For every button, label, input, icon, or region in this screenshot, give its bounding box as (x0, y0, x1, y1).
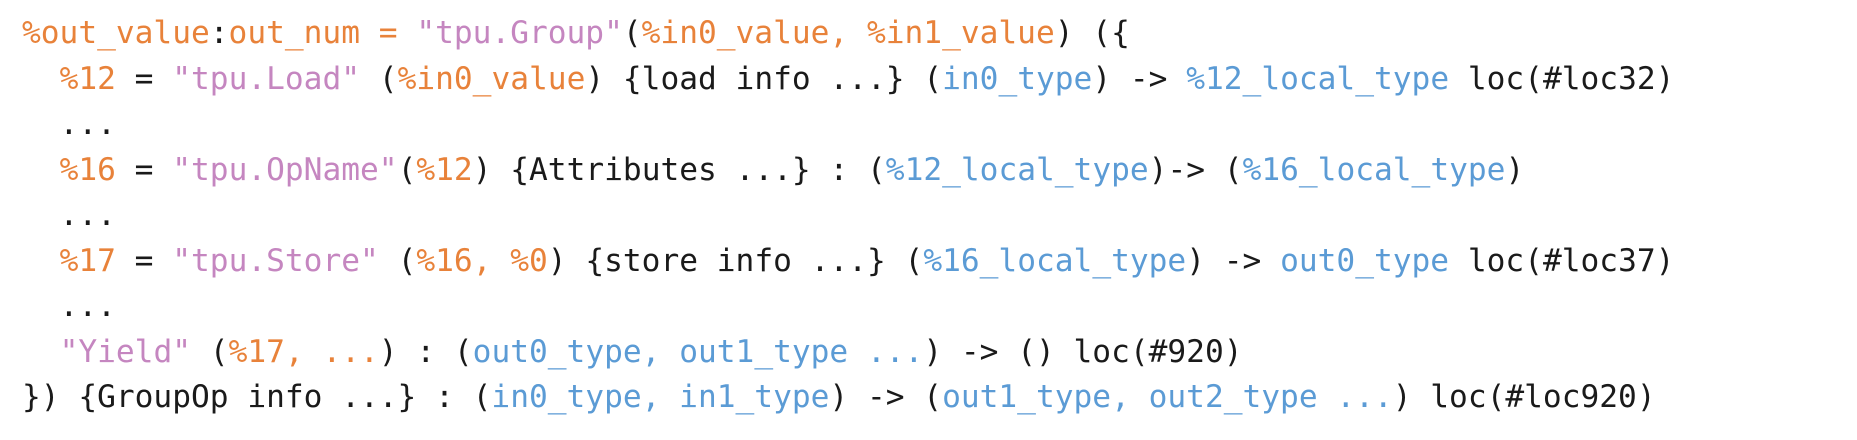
code-token: in0_type (942, 60, 1093, 97)
code-token: %16 (59, 151, 116, 188)
code-token: ( (360, 60, 398, 97)
code-line-8: "Yield" (%17, ...) : (out0_type, out1_ty… (22, 330, 1674, 376)
code-line-5: ... (22, 193, 1674, 239)
code-token: %17, ... (228, 333, 379, 370)
code-token: ) {store info ...} ( (547, 242, 924, 279)
code-line-4: %16 = "tpu.OpName"(%12) {Attributes ...}… (22, 148, 1674, 194)
code-block: %out_value:out_num = "tpu.Group"(%in0_va… (22, 11, 1674, 421)
code-token: %16_local_type (923, 242, 1187, 279)
code-token: ( (191, 333, 229, 370)
code-line-3: ... (22, 102, 1674, 148)
code-token: ( (397, 151, 417, 188)
code-token: %out_value (22, 15, 210, 51)
code-token: "tpu.Store" (172, 242, 379, 279)
code-token: %in0_value (397, 60, 586, 97)
code-token: out1_type, out2_type ... (942, 379, 1393, 415)
code-line-9: }) {GroupOp info ...} : (in0_type, in1_t… (22, 375, 1674, 421)
code-token: )-> ( (1148, 151, 1243, 188)
code-token: %12_local_type (885, 151, 1149, 188)
code-token: ) -> (1092, 60, 1187, 97)
code-token: loc(#loc37) (1449, 242, 1675, 279)
code-token: in0_type, in1_type (491, 379, 830, 415)
code-token: ) ({ (1054, 15, 1130, 51)
code-token: out_num = (228, 15, 417, 51)
code-token: = (115, 242, 173, 279)
code-line-1: %out_value:out_num = "tpu.Group"(%in0_va… (22, 11, 1674, 57)
code-token: ... (22, 197, 116, 233)
code-token: ) {load info ...} ( (585, 60, 943, 97)
code-token: ) (1505, 151, 1525, 188)
code-token: ) loc(#loc920) (1392, 379, 1656, 415)
code-token: "tpu.Group" (416, 15, 623, 51)
code-token: %12 (59, 60, 116, 97)
code-token: %17 (59, 242, 116, 279)
code-token: ) : ( (378, 333, 473, 370)
code-token: ( (622, 15, 642, 51)
code-token: = (115, 60, 173, 97)
code-token: "tpu.OpName" (172, 151, 398, 188)
code-token: ) {Attributes ...} : ( (472, 151, 886, 188)
code-line-6: %17 = "tpu.Store" (%16, %0) {store info … (22, 239, 1675, 285)
code-token: %16, %0 (416, 242, 548, 279)
code-token: %12 (416, 151, 473, 188)
code-token: ) -> (1186, 242, 1281, 279)
code-token: : (209, 15, 229, 51)
code-token: out0_type (1280, 242, 1450, 279)
code-token: ... (22, 106, 116, 142)
code-token: %in0_value, %in1_value (641, 15, 1055, 51)
code-line-2: %12 = "tpu.Load" (%in0_value) {load info… (22, 57, 1675, 103)
code-token: "Yield" (59, 333, 191, 370)
code-token: ( (378, 242, 417, 279)
code-line-7: ... (22, 284, 1674, 330)
code-token: ) -> ( (829, 379, 943, 415)
code-token: out0_type, out1_type ... (472, 333, 924, 370)
code-token: %16_local_type (1242, 151, 1506, 188)
code-token: ... (22, 288, 116, 324)
code-token: "tpu.Load" (172, 60, 361, 97)
code-token: %12_local_type (1186, 60, 1450, 97)
code-token: }) {GroupOp info ...} : ( (22, 379, 492, 415)
code-token: loc(#loc32) (1449, 60, 1675, 97)
code-token: = (115, 151, 173, 188)
code-token: ) -> () loc(#920) (923, 333, 1243, 370)
